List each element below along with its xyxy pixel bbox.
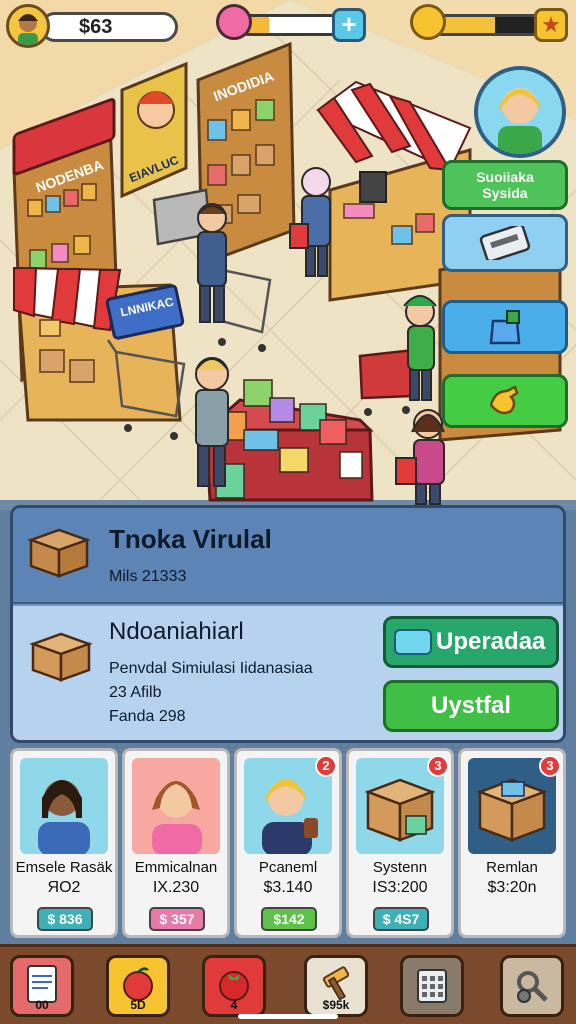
suoiiaka-label-line1: Suoiiaka	[476, 169, 534, 185]
tool-shop-label: $95k	[322, 998, 350, 1012]
happy-face-icon	[216, 4, 252, 40]
notification-badge: 2	[315, 755, 337, 777]
xp-fill	[439, 17, 496, 33]
install-button[interactable]: Uystfal	[383, 680, 559, 732]
tool-apple[interactable]: 5D	[106, 955, 170, 1017]
tool-settings[interactable]	[500, 955, 564, 1017]
money-amount: $63	[40, 12, 178, 42]
box-icon	[27, 528, 91, 578]
upgrade-button[interactable]: Uperadaa	[383, 616, 559, 668]
staff-portrait-2	[132, 758, 220, 854]
product-line-1: Penvdal Simiulasi Iidanasiaa	[109, 660, 313, 677]
shopping-bag-icon	[489, 310, 521, 345]
product-line-2: 23 Afilb	[109, 684, 162, 701]
home-indicator[interactable]	[238, 1014, 338, 1019]
bottom-toolbar: 00 5D 4 $95k	[0, 944, 576, 1024]
card-price: IX.230	[152, 879, 200, 896]
wrench-gear-icon	[517, 971, 548, 1003]
plus-icon[interactable]: +	[332, 8, 366, 42]
card-reader-button[interactable]	[442, 214, 568, 272]
staff-portrait-1	[20, 758, 108, 854]
card-cost-badge[interactable]: $ 836	[37, 907, 93, 931]
tool-tomato-label: 4	[230, 998, 238, 1012]
store-subtitle: Mils 21333	[109, 568, 187, 585]
notification-badge: 3	[539, 755, 561, 777]
card-staff-1[interactable]: Emsele Rasäk ЯО2 $ 836	[10, 748, 118, 938]
product-title: Ndoaniahiarl	[109, 618, 244, 645]
store-title: Tnoka Virulal	[109, 524, 272, 554]
card-cost-badge[interactable]: $ 4S7	[373, 907, 429, 931]
lightning-coin-icon	[410, 4, 446, 40]
store-summary-section	[13, 508, 563, 604]
card-price: ЯО2	[47, 879, 81, 896]
card-cost-badge[interactable]: $142	[261, 907, 317, 931]
card-price: $3:20n	[487, 879, 537, 896]
tool-clipboard-label: 00	[35, 998, 49, 1012]
card-price: $3.140	[263, 879, 313, 896]
happiness-meter[interactable]: +	[216, 4, 366, 44]
tool-tomato[interactable]: 4	[202, 955, 266, 1017]
pointer-action-button[interactable]	[442, 374, 568, 428]
star-icon[interactable]: ★	[534, 8, 568, 42]
card-system[interactable]: 3 Systenn IS3:200 $ 4S7	[346, 748, 454, 938]
suoiiaka-label-line2: Sysida	[482, 185, 528, 201]
pointing-hand-icon	[489, 385, 519, 415]
product-line-3: Fanda 298	[109, 708, 186, 725]
tool-apple-label: 5D	[130, 998, 146, 1012]
card-name: Pcaneml	[258, 859, 318, 876]
notification-badge: 3	[427, 755, 449, 777]
card-cost-badge[interactable]: $ 357	[149, 907, 205, 931]
install-label: Uystfal	[430, 692, 512, 719]
xp-meter[interactable]: ★	[410, 4, 570, 44]
store-info-panel: Tnoka Virulal Mils 21333 Ndoaniahiarl Pe…	[10, 505, 566, 743]
staff-card-list: Emsele Rasäk ЯО2 $ 836 Emmicalnan IX.230…	[8, 748, 570, 940]
card-staff-2[interactable]: Emmicalnan IX.230 $ 357	[122, 748, 230, 938]
card-name: Remlan	[486, 859, 538, 876]
suoiiaka-button[interactable]: Suoiiaka Sysida	[442, 160, 568, 210]
tool-shop[interactable]: $95k	[304, 955, 368, 1017]
card-remlan[interactable]: 3 Remlan $3:20n	[458, 748, 566, 938]
card-name: Systenn	[372, 859, 428, 876]
manager-avatar[interactable]	[474, 66, 566, 158]
card-reader-icon	[479, 226, 531, 260]
card-price: IS3:200	[372, 879, 428, 896]
player-avatar[interactable]	[6, 4, 50, 48]
happiness-bar	[242, 14, 342, 36]
card-name: Emsele Rasäk	[15, 859, 113, 876]
card-staff-3[interactable]: 2 Pcaneml $3.140 $142	[234, 748, 342, 938]
card-name: Emmicalnan	[134, 859, 218, 876]
tool-clipboard[interactable]: 00	[10, 955, 74, 1017]
price-tag-icon	[394, 629, 432, 655]
tool-grid[interactable]	[400, 955, 464, 1017]
calculator-icon	[417, 969, 447, 1003]
money-display[interactable]: $63	[6, 4, 178, 48]
upgrade-label: Uperadaa	[436, 628, 546, 655]
xp-bar	[436, 14, 544, 36]
package-icon	[29, 632, 93, 682]
shopping-bag-button[interactable]	[442, 300, 568, 354]
